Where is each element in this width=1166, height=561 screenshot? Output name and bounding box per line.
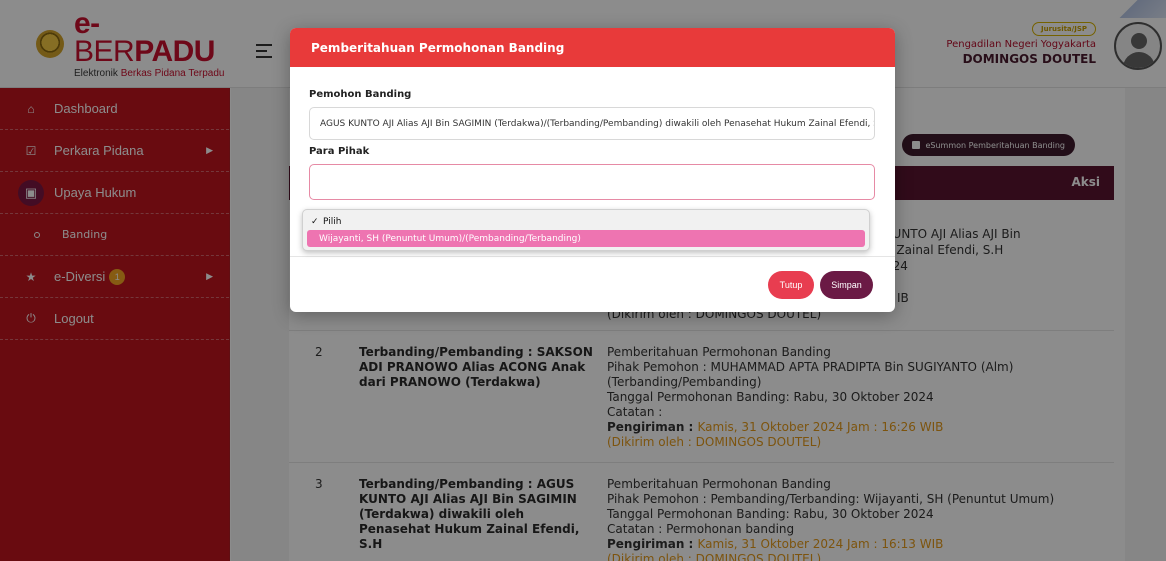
tutup-button[interactable]: Tutup [768, 271, 814, 299]
checkmark-icon: ✓ [311, 216, 319, 227]
para-pihak-dropdown: ✓ Pilih Wijayanti, SH (Penuntut Umum)/(P… [302, 209, 870, 251]
option-pilih[interactable]: ✓ Pilih [307, 213, 865, 230]
banding-modal: Pemberitahuan Permohonan Banding Pemohon… [290, 28, 895, 312]
simpan-button[interactable]: Simpan [820, 271, 873, 299]
para-pihak-label: Para Pihak [309, 146, 370, 157]
modal-body: Pemohon Banding AGUS KUNTO AJI Alias AJI… [290, 67, 895, 257]
para-pihak-select[interactable] [309, 164, 875, 200]
modal-title: Pemberitahuan Permohonan Banding [290, 28, 895, 67]
modal-footer: Tutup Simpan [290, 257, 895, 312]
pemohon-label: Pemohon Banding [309, 89, 412, 100]
option-wijayanti[interactable]: Wijayanti, SH (Penuntut Umum)/(Pembandin… [307, 230, 865, 247]
pemohon-field[interactable]: AGUS KUNTO AJI Alias AJI Bin SAGIMIN (Te… [309, 107, 875, 140]
